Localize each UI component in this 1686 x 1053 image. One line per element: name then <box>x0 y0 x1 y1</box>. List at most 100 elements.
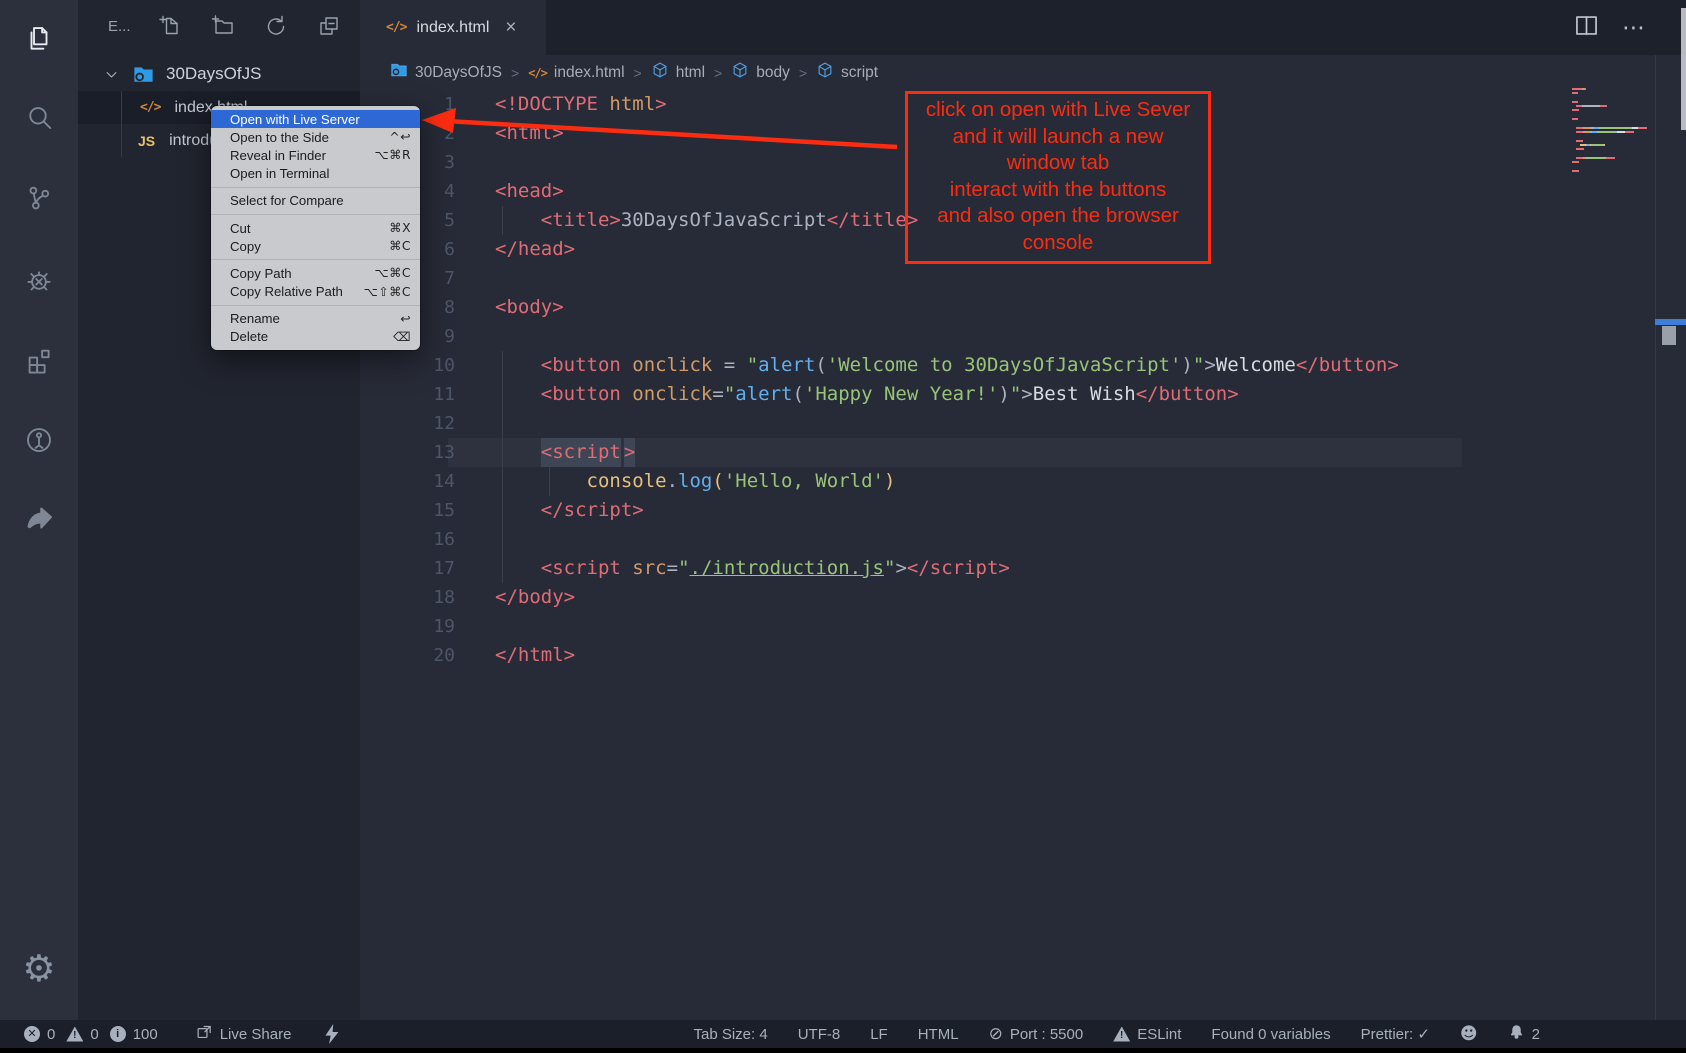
indent-guide <box>502 351 503 583</box>
status-warnings[interactable]: !0 <box>66 1026 98 1043</box>
split-editor-icon[interactable] <box>1573 12 1600 44</box>
code-token: alert <box>735 380 792 409</box>
menu-item-shortcut: ⌥⌘R <box>374 148 411 162</box>
folder-row-30daysofjs[interactable]: 30DaysOfJS <box>78 58 360 90</box>
indent-guide <box>121 91 122 157</box>
menu-item-shortcut: ^↩ <box>389 130 411 144</box>
code-line-14[interactable]: 14 console.log('Hello, World') <box>360 467 1686 496</box>
code-token: " <box>1010 380 1021 409</box>
status-variables-found[interactable]: Found 0 variables <box>1211 1026 1330 1043</box>
code-line-8[interactable]: 8<body> <box>360 293 1686 322</box>
status-encoding[interactable]: UTF-8 <box>798 1026 841 1043</box>
breadcrumb-label: index.html <box>554 64 625 82</box>
activity-item-live-share[interactable] <box>0 414 78 470</box>
status-language-mode[interactable]: HTML <box>918 1026 959 1043</box>
menu-item-select-for-compare[interactable]: Select for Compare <box>211 192 420 210</box>
code-token: html <box>609 90 655 119</box>
more-actions-icon[interactable]: ⋯ <box>1622 14 1646 41</box>
status-label: Port : 5500 <box>1010 1026 1083 1043</box>
minimap-line <box>1572 135 1652 137</box>
menu-item-copy-relative-path[interactable]: Copy Relative Path⌥⇧⌘C <box>211 283 420 301</box>
status-bar: ✕0 !0 i100 Live Share Tab Size: 4 UTF-8 LF HTM… <box>0 1020 1686 1048</box>
status-label: Tab Size: 4 <box>693 1026 767 1043</box>
minimap[interactable] <box>1572 88 1652 174</box>
status-eslint[interactable]: !ESLint <box>1113 1026 1181 1043</box>
minimap-line <box>1572 148 1652 150</box>
code-line-15[interactable]: 15 </script> <box>360 496 1686 525</box>
code-line-9[interactable]: 9 <box>360 322 1686 351</box>
status-label: Found 0 variables <box>1211 1026 1330 1043</box>
minimap-line <box>1572 88 1652 90</box>
status-info-count[interactable]: i100 <box>110 1026 158 1043</box>
menu-item-reveal-in-finder[interactable]: Reveal in Finder⌥⌘R <box>211 146 420 164</box>
activity-item-extensions[interactable] <box>0 334 78 390</box>
gear-icon: ⚙ <box>22 950 55 987</box>
code-line-19[interactable]: 19 <box>360 612 1686 641</box>
code-line-11[interactable]: 11 <button onclick="alert('Happy New Yea… <box>360 380 1686 409</box>
refresh-explorer-button[interactable] <box>264 14 288 43</box>
code-token: " <box>1193 351 1204 380</box>
minimap-line <box>1572 144 1652 146</box>
code-line-16[interactable]: 16 <box>360 525 1686 554</box>
status-live-server-port[interactable]: ⊘Port : 5500 <box>989 1026 1084 1043</box>
status-label: 2 <box>1532 1026 1540 1043</box>
explorer-actions <box>158 14 341 43</box>
new-file-icon <box>158 25 182 42</box>
close-icon[interactable]: × <box>505 17 516 39</box>
minimap-line <box>1572 157 1652 159</box>
menu-item-delete[interactable]: Delete⌫ <box>211 328 420 346</box>
code-line-17[interactable]: 17 <script src="./introduction.js"></scr… <box>360 554 1686 583</box>
activity-item-source-control[interactable] <box>0 172 78 228</box>
breadcrumb-item-html[interactable]: html <box>651 61 705 84</box>
code-token: </script> <box>541 496 644 525</box>
source-control-icon <box>24 183 54 218</box>
status-prettier[interactable]: Prettier: ✓ <box>1361 1025 1430 1043</box>
code-line-18[interactable]: 18</body> <box>360 583 1686 612</box>
code-line-12[interactable]: 12 <box>360 409 1686 438</box>
tab-index-html[interactable]: </> index.html × <box>360 0 546 55</box>
menu-item-copy-path[interactable]: Copy Path⌥⌘C <box>211 264 420 282</box>
code-line-20[interactable]: 20</html> <box>360 641 1686 670</box>
status-feedback[interactable]: ☻ <box>1460 1026 1478 1043</box>
collapse-folders-button[interactable] <box>317 14 341 43</box>
breadcrumb-item-30DaysOfJS[interactable]: 30DaysOfJS <box>390 61 502 84</box>
menu-item-cut[interactable]: Cut⌘X <box>211 219 420 237</box>
folder-label: 30DaysOfJS <box>166 64 261 84</box>
status-quick-action[interactable] <box>325 1024 338 1044</box>
line-number: 15 <box>360 496 455 525</box>
code-token: ) <box>998 380 1009 409</box>
new-file-button[interactable] <box>158 14 182 43</box>
status-notifications[interactable]: 2 <box>1508 1024 1540 1045</box>
status-live-share[interactable]: Live Share <box>196 1024 292 1045</box>
breadcrumb-item-script[interactable]: script <box>816 61 878 84</box>
menu-item-shortcut: ⌥⇧⌘C <box>364 285 411 299</box>
js-file-icon: JS <box>138 133 155 149</box>
scrollbar-thumb[interactable] <box>1662 326 1676 345</box>
menu-item-rename[interactable]: Rename↩ <box>211 310 420 328</box>
code-token: > <box>1204 351 1215 380</box>
new-folder-button[interactable] <box>211 14 235 43</box>
code-line-7[interactable]: 7 <box>360 264 1686 293</box>
activity-item-live-server[interactable] <box>0 494 78 550</box>
search-icon <box>24 103 54 138</box>
menu-separator <box>211 305 420 306</box>
menu-item-open-in-terminal[interactable]: Open in Terminal <box>211 165 420 183</box>
status-label: 100 <box>133 1026 158 1043</box>
status-eol[interactable]: LF <box>870 1026 888 1043</box>
activity-item-settings[interactable]: ⚙ <box>0 940 78 996</box>
menu-item-copy[interactable]: Copy⌘C <box>211 237 420 255</box>
code-line-10[interactable]: 10 <button onclick = "alert('Welcome to … <box>360 351 1686 380</box>
activity-item-run-debug[interactable] <box>0 254 78 310</box>
status-errors[interactable]: ✕0 <box>24 1026 55 1043</box>
code-line-13[interactable]: 13 <script> <box>360 438 1686 467</box>
status-tab-size[interactable]: Tab Size: 4 <box>693 1026 767 1043</box>
breadcrumb-item-index.html[interactable]: </>index.html <box>528 64 624 82</box>
menu-item-open-to-the-side[interactable]: Open to the Side^↩ <box>211 128 420 146</box>
activity-item-search[interactable] <box>0 92 78 148</box>
breadcrumb-item-body[interactable]: body <box>731 61 790 84</box>
explorer-title: E... <box>108 18 131 35</box>
menu-item-open-with-live-server[interactable]: Open with Live Server <box>211 110 420 128</box>
activity-item-explorer[interactable] <box>0 12 78 68</box>
minimap-line <box>1572 97 1652 99</box>
menu-item-shortcut: ⌘C <box>389 239 411 253</box>
